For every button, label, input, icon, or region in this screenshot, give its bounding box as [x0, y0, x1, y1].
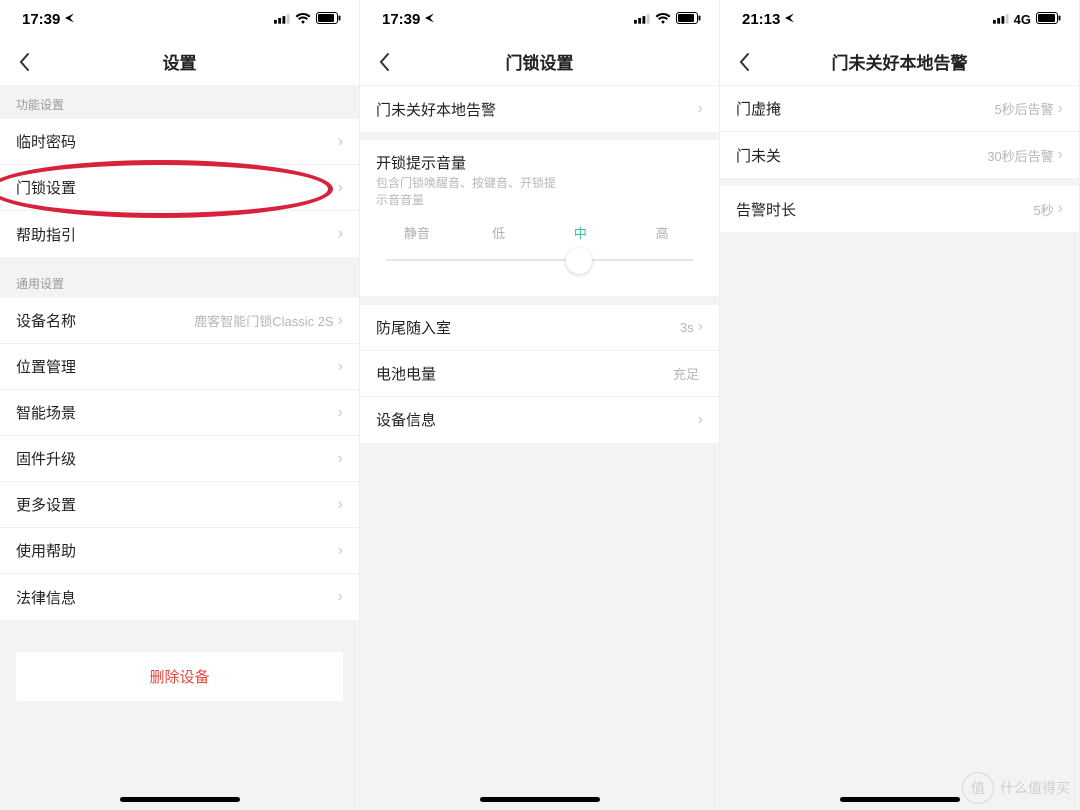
chevron-right-icon: ›	[1058, 146, 1063, 164]
status-time: 17:39	[22, 11, 60, 28]
row-battery: 电池电量 充足	[360, 351, 719, 397]
wifi-icon	[295, 11, 311, 28]
location-icon	[424, 11, 436, 28]
status-bar: 21:13 4G	[720, 0, 1079, 38]
volume-section: 开锁提示音量 包含门锁唤醒音、按键音、开锁提示音音量 静音 低 中 高	[360, 140, 719, 297]
cellular-icon	[274, 11, 290, 28]
page-title: 设置	[163, 49, 197, 74]
watermark-badge: 值	[962, 772, 994, 804]
home-indicator[interactable]	[840, 797, 960, 802]
chevron-right-icon: ›	[698, 100, 703, 118]
volume-slider[interactable]	[376, 246, 703, 274]
chevron-right-icon: ›	[1058, 100, 1063, 118]
screen-lock-settings: 17:39 门锁设置 门未关好本地告警 › 开锁提示音量 包含门锁唤醒音、按键音…	[360, 0, 720, 810]
status-time: 21:13	[742, 11, 780, 28]
row-door-ajar[interactable]: 门虚掩 5秒后告警›	[720, 86, 1079, 132]
vol-opt-low[interactable]: 低	[458, 223, 540, 242]
row-firmware[interactable]: 固件升级 ›	[0, 436, 359, 482]
row-more-settings[interactable]: 更多设置 ›	[0, 482, 359, 528]
location-icon	[64, 11, 76, 28]
vol-opt-mute[interactable]: 静音	[376, 223, 458, 242]
chevron-right-icon: ›	[338, 542, 343, 560]
volume-subtitle: 包含门锁唤醒音、按键音、开锁提示音音量	[376, 175, 566, 209]
header: 门未关好本地告警	[720, 38, 1079, 86]
battery-icon	[1036, 11, 1061, 28]
battery-icon	[316, 11, 341, 28]
chevron-right-icon: ›	[338, 358, 343, 376]
page-title: 门锁设置	[506, 49, 574, 74]
row-alarm-duration[interactable]: 告警时长 5秒›	[720, 186, 1079, 232]
chevron-right-icon: ›	[1058, 200, 1063, 218]
back-button[interactable]	[372, 50, 396, 74]
status-bar: 17:39	[0, 0, 359, 38]
chevron-right-icon: ›	[338, 496, 343, 514]
row-device-name[interactable]: 设备名称 鹿客智能门锁Classic 2S›	[0, 298, 359, 344]
cellular-icon	[993, 11, 1009, 28]
chevron-right-icon: ›	[338, 225, 343, 243]
row-legal[interactable]: 法律信息 ›	[0, 574, 359, 620]
section-label-function: 功能设置	[0, 86, 359, 119]
location-icon	[784, 11, 796, 28]
volume-title: 开锁提示音量	[376, 152, 703, 173]
row-device-info[interactable]: 设备信息 ›	[360, 397, 719, 443]
battery-icon	[676, 11, 701, 28]
status-time: 17:39	[382, 11, 420, 28]
row-door-alarm[interactable]: 门未关好本地告警 ›	[360, 86, 719, 132]
section-label-general: 通用设置	[0, 265, 359, 298]
home-indicator[interactable]	[480, 797, 600, 802]
home-indicator[interactable]	[120, 797, 240, 802]
wifi-icon	[655, 11, 671, 28]
slider-thumb[interactable]	[566, 248, 592, 274]
back-button[interactable]	[12, 50, 36, 74]
chevron-right-icon: ›	[338, 450, 343, 468]
watermark-text: 什么值得买	[1000, 778, 1070, 798]
row-help-guide[interactable]: 帮助指引 ›	[0, 211, 359, 257]
chevron-right-icon: ›	[338, 133, 343, 151]
vol-opt-mid[interactable]: 中	[540, 223, 622, 242]
delete-device-button[interactable]: 删除设备	[16, 652, 343, 701]
row-temp-password[interactable]: 临时密码 ›	[0, 119, 359, 165]
row-lock-settings[interactable]: 门锁设置 ›	[0, 165, 359, 211]
page-title: 门未关好本地告警	[832, 49, 968, 74]
chevron-right-icon: ›	[338, 312, 343, 330]
screen-door-alarm: 21:13 4G 门未关好本地告警 门虚掩 5秒后告警› 门未关 30秒后告警›…	[720, 0, 1080, 810]
chevron-right-icon: ›	[698, 411, 703, 429]
watermark: 值 什么值得买	[962, 772, 1070, 804]
chevron-right-icon: ›	[698, 318, 703, 336]
header: 设置	[0, 38, 359, 86]
row-scene[interactable]: 智能场景 ›	[0, 390, 359, 436]
row-door-open[interactable]: 门未关 30秒后告警›	[720, 132, 1079, 178]
row-tail-follow[interactable]: 防尾随入室 3s›	[360, 305, 719, 351]
network-label: 4G	[1014, 12, 1031, 27]
volume-scale: 静音 低 中 高	[376, 223, 703, 242]
status-bar: 17:39	[360, 0, 719, 38]
chevron-right-icon: ›	[338, 588, 343, 606]
screen-settings: 17:39 设置 功能设置 临时密码 › 门锁设置 › 帮助指引 › 通用设置 …	[0, 0, 360, 810]
cellular-icon	[634, 11, 650, 28]
vol-opt-high[interactable]: 高	[621, 223, 703, 242]
chevron-right-icon: ›	[338, 179, 343, 197]
chevron-right-icon: ›	[338, 404, 343, 422]
header: 门锁设置	[360, 38, 719, 86]
row-use-help[interactable]: 使用帮助 ›	[0, 528, 359, 574]
back-button[interactable]	[732, 50, 756, 74]
row-location[interactable]: 位置管理 ›	[0, 344, 359, 390]
